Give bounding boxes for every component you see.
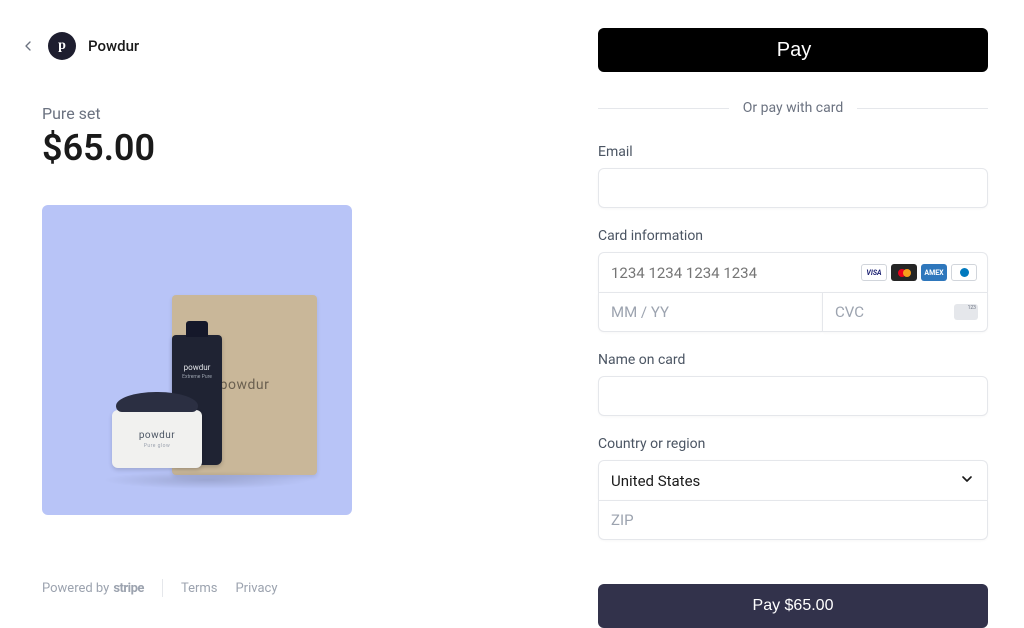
product-price: $65.00	[42, 127, 452, 169]
merchant-logo-letter: p	[58, 38, 66, 54]
card-number-input[interactable]	[611, 253, 861, 292]
email-input[interactable]	[598, 168, 988, 208]
mastercard-icon	[891, 264, 917, 281]
product-image-tube-sublabel: Extreme Pure	[182, 374, 212, 380]
back-arrow-icon[interactable]	[20, 38, 36, 54]
terms-link[interactable]: Terms	[181, 581, 218, 596]
product-image-jar: powdur Pure glow	[112, 410, 202, 468]
visa-icon: VISA	[861, 264, 887, 281]
card-expiry-input[interactable]	[598, 292, 822, 332]
order-summary-panel: p Powdur Pure set $65.00 powdur powdur E…	[0, 0, 512, 627]
name-field-group: Name on card	[598, 352, 988, 416]
product-image-tube-label: powdur	[184, 363, 211, 372]
merchant-logo: p	[48, 32, 76, 60]
powered-by-label: Powered by	[42, 581, 109, 596]
merchant-name: Powdur	[88, 37, 139, 55]
product-image-jar-label: powdur	[139, 430, 175, 441]
product-image-box-label: powdur	[220, 377, 270, 393]
or-divider: Or pay with card	[598, 100, 988, 116]
zip-input[interactable]	[598, 500, 988, 540]
privacy-link[interactable]: Privacy	[235, 581, 277, 596]
or-divider-text: Or pay with card	[743, 100, 843, 116]
card-brand-icons: VISA AMEX	[861, 264, 977, 281]
card-label: Card information	[598, 228, 988, 244]
pay-button[interactable]: Pay $65.00	[598, 584, 988, 628]
card-number-row: VISA AMEX	[598, 252, 988, 292]
product-image: powdur powdur Extreme Pure powdur Pure g…	[42, 205, 352, 515]
footer-divider	[162, 579, 163, 597]
diners-icon	[951, 264, 977, 281]
email-label: Email	[598, 144, 988, 160]
merchant-header: p Powdur	[20, 32, 452, 60]
country-selected-value: United States	[611, 472, 700, 490]
footer: Powered by stripe Terms Privacy	[42, 579, 452, 597]
country-label: Country or region	[598, 436, 988, 452]
card-field-group: Card information VISA AMEX 123	[598, 228, 988, 332]
country-select[interactable]: United States	[598, 460, 988, 500]
apple-pay-button[interactable]: Pay	[598, 28, 988, 72]
powered-by: Powered by stripe	[42, 581, 144, 596]
product-image-jar-sublabel: Pure glow	[144, 443, 171, 449]
apple-pay-label: Pay	[777, 39, 811, 62]
country-field-group: Country or region United States	[598, 436, 988, 540]
amex-icon: AMEX	[921, 264, 947, 281]
name-input[interactable]	[598, 376, 988, 416]
product-name: Pure set	[42, 104, 452, 123]
email-field-group: Email	[598, 144, 988, 208]
stripe-logo: stripe	[113, 581, 144, 596]
cvc-hint-icon: 123	[954, 304, 978, 320]
payment-form-panel: Pay Or pay with card Email Card informat…	[512, 0, 1024, 627]
chevron-down-icon	[959, 471, 975, 491]
name-label: Name on card	[598, 352, 988, 368]
